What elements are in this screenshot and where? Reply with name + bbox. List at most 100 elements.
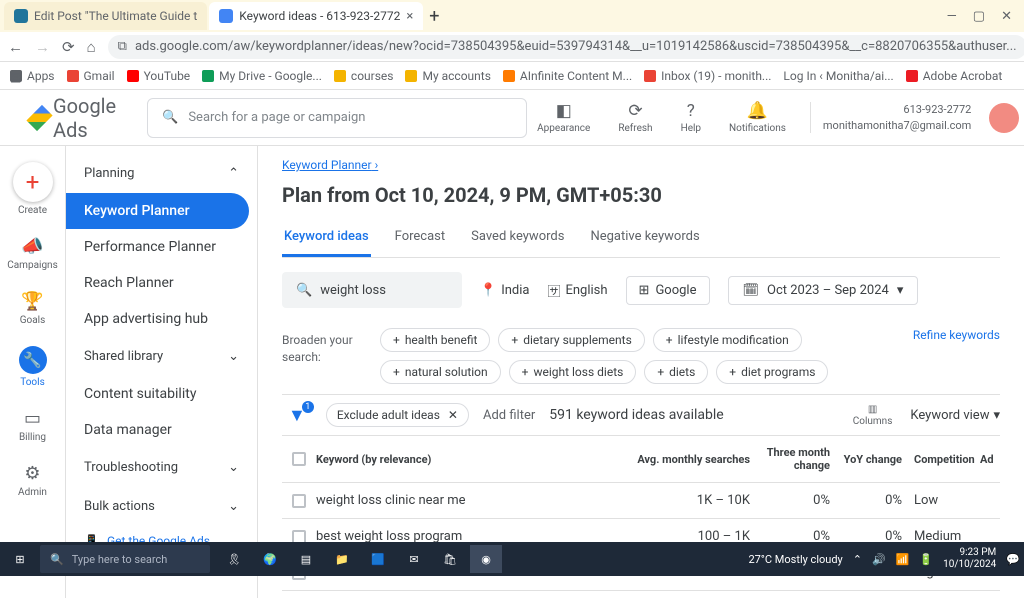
bookmark[interactable]: Adobe Acrobat [906, 69, 1003, 83]
col-ad[interactable]: Ad [980, 453, 1000, 466]
plus-icon: + [666, 333, 673, 347]
search-icon: 🔍 [296, 283, 312, 298]
tab-keyword-ideas[interactable]: Keyword ideas [282, 221, 371, 257]
refine-keywords-button[interactable]: Refine keywords [913, 328, 1000, 342]
sidebar-section-shared-library[interactable]: Shared library⌄ [66, 337, 257, 376]
breadcrumb[interactable]: Keyword Planner › [282, 158, 378, 172]
ribbon-icon[interactable]: 🎗 [218, 545, 250, 573]
sidebar-item-app-advertising[interactable]: App advertising hub [66, 301, 257, 337]
start-button[interactable]: ⊞ [4, 545, 36, 573]
browser-tab[interactable]: Edit Post "The Ultimate Guide t [4, 2, 207, 30]
maximize-button[interactable]: ▢ [973, 9, 985, 24]
taskbar-clock[interactable]: 9:23 PM 10/10/2024 [943, 547, 996, 571]
keyword-search-input[interactable]: 🔍weight loss [282, 272, 462, 308]
bookmark[interactable]: Log In ‹ Monitha/ai... [783, 69, 893, 83]
tools-nav[interactable]: 🔧Tools [0, 338, 65, 396]
bookmark[interactable]: courses [334, 69, 394, 83]
translate-icon: 🈂 [547, 281, 560, 300]
battery-icon[interactable]: 🔋 [919, 553, 933, 566]
bookmark[interactable]: YouTube [127, 69, 191, 83]
explorer-icon[interactable]: 📁 [326, 545, 358, 573]
store-icon[interactable]: 🛍 [434, 545, 466, 573]
globe-icon[interactable]: 🌍 [254, 545, 286, 573]
appearance-button[interactable]: ◧Appearance [527, 101, 600, 134]
account-info[interactable]: 613-923-2772 monithamonitha7@gmail.com [810, 102, 971, 133]
dropdown-icon: ▾ [993, 408, 1000, 423]
close-icon[interactable]: ✕ [448, 408, 458, 422]
tray-chevron-icon[interactable]: ⌃ [853, 553, 862, 566]
broaden-pill[interactable]: +health benefit [380, 328, 490, 352]
broaden-pill[interactable]: +dietary supplements [498, 328, 644, 352]
create-button[interactable]: +Create [0, 154, 65, 224]
date-range-button[interactable]: 🗓Oct 2023 – Sep 2024▾ [728, 276, 919, 305]
tab-saved-keywords[interactable]: Saved keywords [469, 221, 566, 257]
sidebar-item-performance-planner[interactable]: Performance Planner [66, 229, 257, 265]
broaden-pill[interactable]: +lifestyle modification [653, 328, 802, 352]
browser-tab[interactable]: Keyword ideas - 613-923-2772 × [209, 2, 423, 30]
close-icon[interactable]: × [406, 9, 413, 24]
col-yoy[interactable]: YoY change [830, 453, 902, 466]
select-all-checkbox[interactable] [292, 452, 306, 466]
network-button[interactable]: ⊞Google [626, 276, 710, 305]
col-3month[interactable]: Three month change [750, 446, 830, 472]
bookmark[interactable]: Gmail [67, 69, 115, 83]
row-checkbox[interactable] [292, 494, 306, 508]
sidebar-item-keyword-planner[interactable]: Keyword Planner [66, 193, 249, 229]
filter-chip[interactable]: Exclude adult ideas✕ [326, 403, 469, 427]
columns-button[interactable]: ▥Columns [853, 404, 893, 427]
billing-nav[interactable]: ▭Billing [0, 400, 65, 451]
app-header: Google Ads 🔍 Search for a page or campai… [0, 90, 1024, 146]
url-input[interactable]: ⧉ ads.google.com/aw/keywordplanner/ideas… [108, 35, 1024, 59]
mail-icon[interactable]: ✉ [398, 545, 430, 573]
goals-nav[interactable]: 🏆Goals [0, 283, 65, 334]
sidebar-section-bulk-actions[interactable]: Bulk actions⌄ [66, 487, 257, 526]
sidebar-section-planning[interactable]: Planning⌃ [66, 154, 257, 193]
col-keyword[interactable]: Keyword (by relevance) [316, 453, 620, 466]
add-filter-button[interactable]: Add filter [483, 408, 535, 423]
avatar[interactable] [989, 103, 1019, 133]
chrome-icon[interactable]: ◉ [470, 545, 502, 573]
language-button[interactable]: 🈂English [547, 281, 607, 300]
admin-nav[interactable]: ⚙Admin [0, 455, 65, 506]
notifications-button[interactable]: 🔔Notifications [719, 101, 796, 134]
broaden-pill[interactable]: +diet programs [716, 360, 828, 384]
close-window-button[interactable]: ✕ [1001, 9, 1012, 24]
sidebar-item-data-manager[interactable]: Data manager [66, 412, 257, 448]
help-button[interactable]: ?Help [671, 101, 711, 134]
broaden-pill[interactable]: +natural solution [380, 360, 501, 384]
sidebar-item-reach-planner[interactable]: Reach Planner [66, 265, 257, 301]
minimize-button[interactable]: — [947, 9, 957, 24]
col-searches[interactable]: Avg. monthly searches [620, 453, 750, 466]
campaigns-nav[interactable]: 📣Campaigns [0, 228, 65, 279]
bookmark[interactable]: Inbox (19) - monith... [644, 69, 771, 83]
broaden-pill[interactable]: +weight loss diets [509, 360, 637, 384]
home-icon[interactable]: ⌂ [87, 38, 96, 56]
weather-widget[interactable]: 27°C Mostly cloudy [748, 553, 842, 566]
sidebar-section-troubleshooting[interactable]: Troubleshooting⌄ [66, 448, 257, 487]
col-competition[interactable]: Competition [902, 453, 980, 466]
table-row[interactable]: weight loss clinic near me 1K – 10K 0% 0… [282, 483, 1000, 519]
search-input[interactable]: 🔍 Search for a page or campaign [147, 98, 527, 138]
edge-icon[interactable]: 🟦 [362, 545, 394, 573]
keyword-view-button[interactable]: Keyword view▾ [910, 408, 1000, 423]
new-tab-button[interactable]: + [429, 6, 439, 27]
bookmark[interactable]: My Drive - Google... [202, 69, 322, 83]
broaden-pill[interactable]: +diets [644, 360, 708, 384]
notification-center-icon[interactable]: 💬 [1006, 553, 1020, 566]
sidebar-item-content-suitability[interactable]: Content suitability [66, 376, 257, 412]
tab-forecast[interactable]: Forecast [393, 221, 447, 257]
volume-icon[interactable]: 🔊 [872, 553, 886, 566]
tab-negative-keywords[interactable]: Negative keywords [588, 221, 701, 257]
refresh-button[interactable]: ⟳Refresh [608, 101, 662, 134]
bookmark[interactable]: ▦Apps [10, 69, 55, 83]
task-view-icon[interactable]: ▤ [290, 545, 322, 573]
taskbar-search[interactable]: 🔍Type here to search [40, 545, 210, 573]
reload-icon[interactable]: ⟳ [62, 38, 75, 56]
filters-button[interactable]: ▼1 [282, 405, 312, 426]
location-button[interactable]: 📍India [480, 283, 529, 298]
wifi-icon[interactable]: 📶 [896, 553, 910, 566]
bookmark[interactable]: AInfinite Content M... [503, 69, 632, 83]
search-icon: 🔍 [50, 553, 64, 566]
bookmark[interactable]: My accounts [405, 69, 490, 83]
back-icon[interactable]: ← [8, 38, 23, 56]
